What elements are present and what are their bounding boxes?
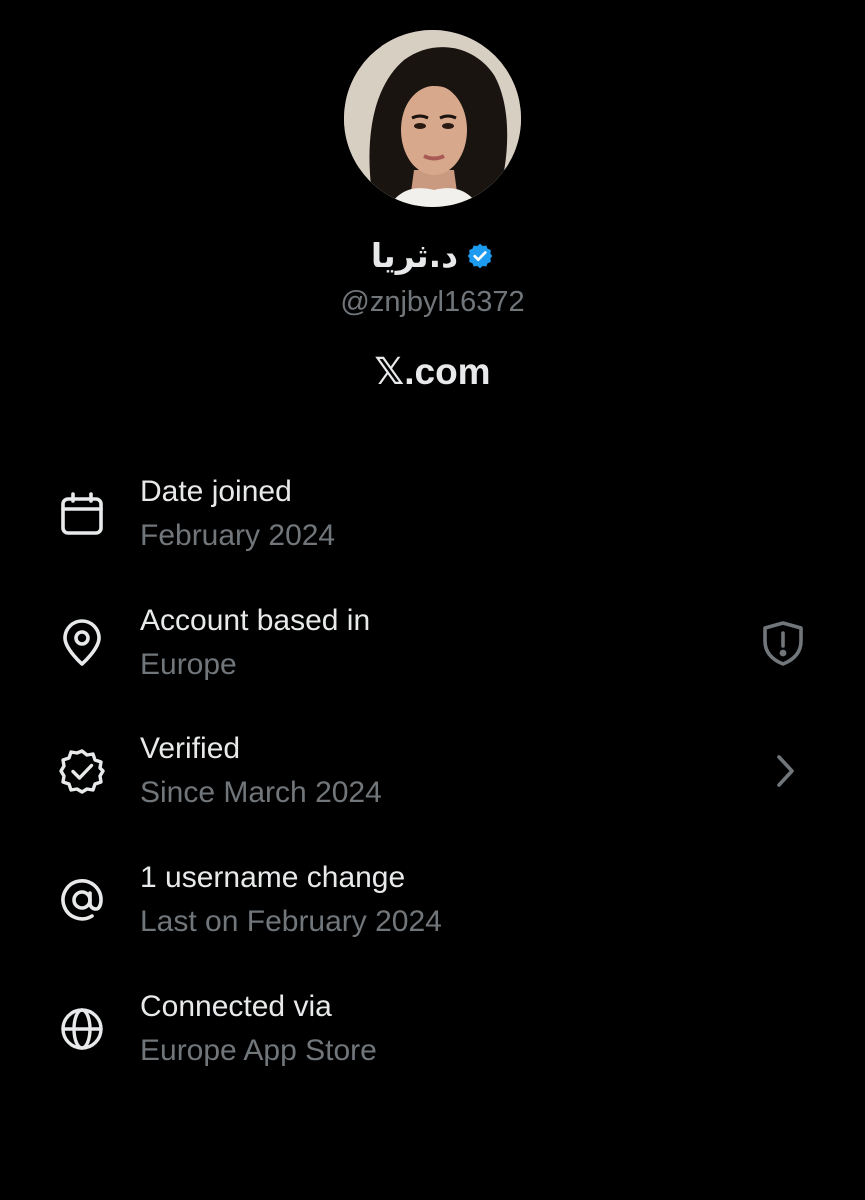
name-row: د.ثريا — [0, 236, 865, 276]
item-title: 1 username change — [140, 861, 406, 894]
globe-icon — [58, 1005, 106, 1053]
avatar[interactable] — [344, 30, 521, 207]
item-title: Date joined — [140, 475, 292, 508]
brand-domain: 𝕏.com — [374, 351, 491, 392]
info-item-verified[interactable]: Verified Since March 2024 — [0, 727, 865, 827]
item-subtitle: Since March 2024 — [140, 776, 382, 809]
item-subtitle: Europe — [140, 648, 237, 681]
item-title: Connected via — [140, 990, 332, 1023]
info-item-username-change: 1 username change Last on February 2024 — [0, 856, 865, 956]
verified-check-icon — [58, 747, 106, 795]
shield-alert-icon[interactable] — [759, 619, 807, 667]
info-item-connected-via: Connected via Europe App Store — [0, 985, 865, 1085]
item-subtitle: Last on February 2024 — [140, 905, 442, 938]
item-title: Verified — [140, 732, 241, 765]
calendar-icon — [58, 490, 106, 538]
info-item-date-joined: Date joined February 2024 — [0, 470, 865, 570]
verified-badge-icon — [466, 242, 494, 270]
display-name: د.ثريا — [370, 236, 459, 275]
item-subtitle: Europe App Store — [140, 1034, 377, 1067]
item-subtitle: February 2024 — [140, 519, 336, 552]
info-item-account-based-in: Account based in Europe — [0, 599, 865, 699]
item-title: Account based in — [140, 604, 371, 637]
handle: @znjbyl16372 — [340, 286, 525, 318]
chevron-right-icon[interactable] — [764, 747, 812, 795]
location-pin-icon — [58, 619, 106, 667]
at-sign-icon — [58, 876, 106, 924]
